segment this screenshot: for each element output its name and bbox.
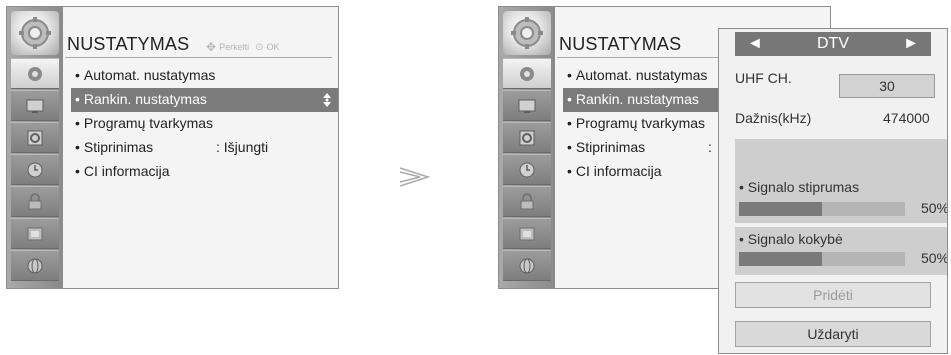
screen-option-icon bbox=[519, 227, 535, 241]
menu-item-auto-tuning[interactable]: • Automat. nustatymas bbox=[71, 64, 338, 88]
prev-arrow-icon[interactable]: ◄ bbox=[747, 35, 763, 53]
signal-quality-percent: 50% bbox=[920, 250, 948, 266]
nav-setup-icon[interactable] bbox=[503, 58, 551, 89]
satellite-dish-icon bbox=[520, 67, 534, 81]
lock-icon bbox=[28, 193, 42, 210]
menu-item-label: Rankin. nustatymas bbox=[575, 91, 699, 107]
gear-icon bbox=[511, 17, 543, 49]
menu-item-program-edit[interactable]: • Programų tvarkymas bbox=[71, 112, 338, 136]
menu-item-booster[interactable]: • Stiprinimas: Išjungti bbox=[71, 136, 338, 160]
speaker-icon bbox=[519, 130, 535, 146]
signal-quality-bar bbox=[739, 252, 905, 266]
nav-network-icon[interactable] bbox=[503, 250, 551, 281]
manual-tuning-popup: ◄ DTV ► UHF CH. 30 Dažnis(kHz) 474000 • … bbox=[718, 28, 948, 354]
clock-icon bbox=[519, 162, 535, 178]
ok-button-icon: ⊙ bbox=[255, 41, 264, 53]
nav-audio-icon[interactable] bbox=[503, 122, 551, 153]
category-sidebar bbox=[499, 7, 555, 288]
nav-lock-icon[interactable] bbox=[503, 186, 551, 217]
nav-option-icon[interactable] bbox=[503, 218, 551, 249]
setup-category-header bbox=[503, 11, 551, 55]
hint-move-label: Perkelti bbox=[219, 42, 250, 52]
category-sidebar bbox=[7, 7, 63, 288]
add-button[interactable]: Pridėti bbox=[735, 282, 931, 308]
menu-list: • Automat. nustatymas • Rankin. nustatymas… bbox=[71, 64, 338, 184]
title-divider bbox=[65, 57, 332, 58]
setup-category-header bbox=[11, 11, 59, 55]
monitor-icon bbox=[518, 99, 536, 113]
menu-item-label: Rankin. nustatymas bbox=[83, 91, 207, 107]
frequency-value: 474000 bbox=[883, 110, 930, 126]
signal-strength-label: • Signalo stiprumas bbox=[739, 179, 860, 195]
nav-lock-icon[interactable] bbox=[11, 186, 59, 217]
nav-option-icon[interactable] bbox=[11, 218, 59, 249]
menu-item-label: Stiprinimas bbox=[575, 139, 646, 155]
broadcast-mode-selector[interactable]: ◄ DTV ► bbox=[735, 32, 931, 56]
menu-item-label: Programų tvarkymas bbox=[83, 115, 214, 131]
monitor-icon bbox=[26, 99, 44, 113]
menu-item-label: CI informacija bbox=[575, 163, 662, 179]
move-arrows-icon: ✥ bbox=[206, 40, 217, 54]
setup-menu-left: NUSTATYMAS ✥ Perkelti ⊙ OK • Automat. nus… bbox=[6, 6, 339, 289]
nav-setup-icon[interactable] bbox=[11, 58, 59, 89]
signal-strength-fill bbox=[739, 202, 822, 216]
menu-item-value: : Išjungti bbox=[216, 139, 269, 155]
hint-ok-label: OK bbox=[266, 42, 280, 52]
nav-time-icon[interactable] bbox=[11, 154, 59, 185]
key-hint: ✥ Perkelti ⊙ OK bbox=[206, 40, 279, 54]
menu-item-label: Automat. nustatymas bbox=[83, 67, 216, 83]
close-button[interactable]: Uždaryti bbox=[735, 321, 931, 347]
signal-strength-panel: • Signalo stiprumas 50% bbox=[735, 139, 948, 223]
nav-time-icon[interactable] bbox=[503, 154, 551, 185]
next-arrow-icon[interactable]: ► bbox=[903, 35, 919, 53]
signal-strength-bar bbox=[739, 202, 905, 216]
up-down-selector-icon bbox=[323, 93, 331, 107]
double-chevron-right-icon bbox=[399, 167, 431, 187]
menu-title: NUSTATYMAS bbox=[67, 34, 190, 54]
menu-item-manual-tuning[interactable]: • Rankin. nustatymas bbox=[71, 88, 338, 112]
satellite-dish-icon bbox=[28, 67, 42, 81]
uhf-channel-label: UHF CH. bbox=[735, 70, 792, 86]
transition-arrow bbox=[398, 165, 432, 194]
menu-item-label: CI informacija bbox=[83, 163, 170, 179]
menu-item-label: Stiprinimas bbox=[83, 139, 154, 155]
nav-picture-icon[interactable] bbox=[503, 90, 551, 121]
screen-option-icon bbox=[27, 227, 43, 241]
uhf-channel-input[interactable]: 30 bbox=[839, 74, 935, 98]
globe-icon bbox=[27, 258, 43, 274]
menu-item-ci-info[interactable]: • CI informacija bbox=[71, 160, 338, 184]
menu-item-label: Automat. nustatymas bbox=[575, 67, 708, 83]
mode-label: DTV bbox=[817, 35, 849, 52]
nav-network-icon[interactable] bbox=[11, 250, 59, 281]
frequency-label: Dažnis(kHz) bbox=[735, 110, 812, 126]
speaker-icon bbox=[27, 130, 43, 146]
globe-icon bbox=[519, 258, 535, 274]
signal-strength-percent: 50% bbox=[920, 200, 948, 216]
signal-quality-fill bbox=[739, 252, 822, 266]
nav-audio-icon[interactable] bbox=[11, 122, 59, 153]
clock-icon bbox=[27, 162, 43, 178]
signal-quality-panel: • Signalo kokybė 50% bbox=[735, 227, 948, 275]
menu-item-value: : bbox=[708, 139, 712, 155]
gear-icon bbox=[19, 17, 51, 49]
signal-quality-label: • Signalo kokybė bbox=[739, 231, 843, 247]
menu-item-label: Programų tvarkymas bbox=[575, 115, 706, 131]
lock-icon bbox=[520, 193, 534, 210]
nav-picture-icon[interactable] bbox=[11, 90, 59, 121]
menu-title: NUSTATYMAS bbox=[559, 34, 682, 54]
